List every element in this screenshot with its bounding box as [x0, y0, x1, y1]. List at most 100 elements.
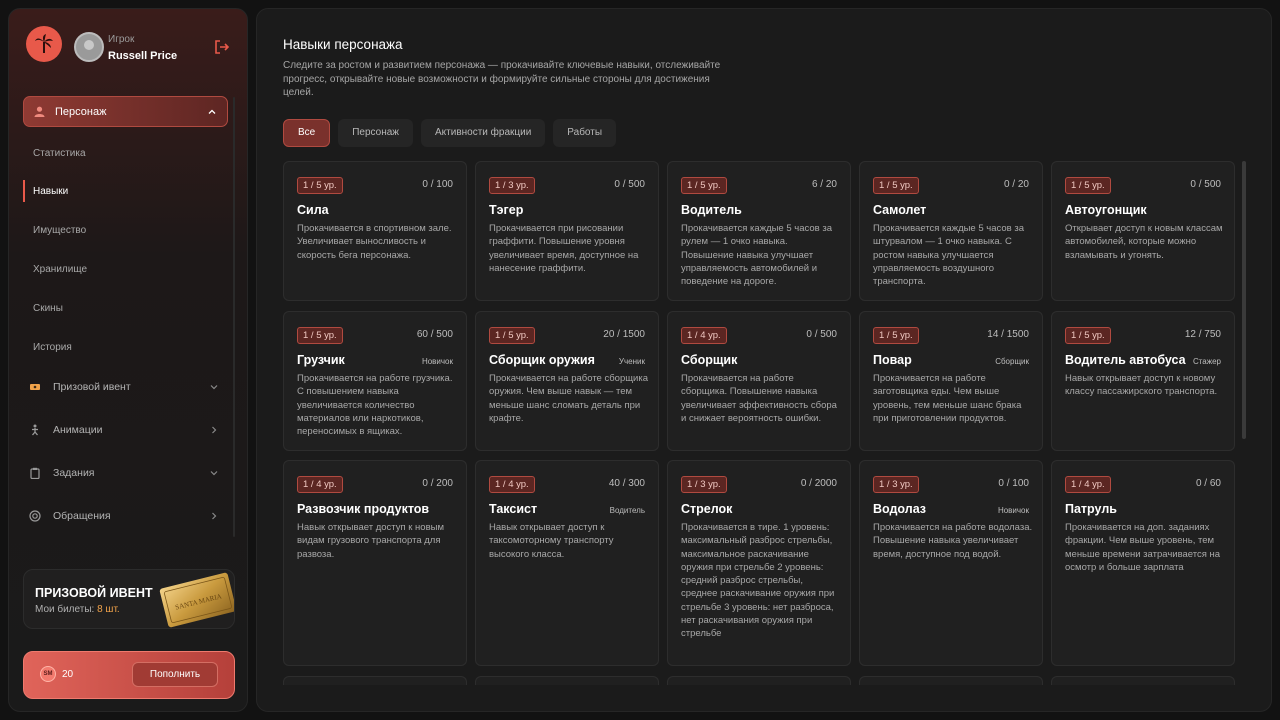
skill-rank: Сборщик [995, 357, 1029, 366]
skill-card[interactable]: 1 / 3 ур. 0 / 100 Водолаз Новичок Прокачивае… [859, 460, 1043, 666]
skill-card[interactable] [475, 676, 659, 685]
skill-level-badge: 1 / 5 ур. [873, 327, 919, 344]
sidebar-group-support[interactable]: Обращения [29, 510, 219, 522]
skill-description: Прокачивается на работе сборщика оружия.… [489, 373, 649, 424]
skill-level-badge: 1 / 3 ур. [681, 476, 727, 493]
skill-name: Развозчик продуктов [297, 502, 430, 516]
skill-card[interactable]: 1 / 4 ур. 0 / 500 Сборщик Прокачивается на … [667, 311, 851, 451]
tab-all[interactable]: Все [283, 119, 331, 147]
skill-name: Сборщик оружия [489, 353, 595, 367]
skill-name: Автоугонщик [1065, 203, 1147, 217]
skill-progress: 0 / 100 [998, 478, 1029, 489]
sidebar-item-stats[interactable]: Статистика [33, 148, 86, 159]
sidebar-scrollbar[interactable] [233, 97, 235, 537]
skill-name: Водитель [681, 203, 742, 217]
animation-icon [32, 424, 38, 436]
skill-description: Навык открывает доступ к новому классу п… [1065, 373, 1218, 398]
skill-description: Прокачивается при рисовании граффити. По… [489, 223, 639, 274]
prize-event-tickets: Мои билеты: 8 шт. [35, 604, 120, 615]
golden-ticket-image: SANTA MARIA [159, 572, 234, 628]
coin-icon: SM [40, 666, 56, 682]
skill-description: Открывает доступ к новым классам автомоб… [1065, 223, 1223, 261]
skill-card[interactable] [1051, 676, 1235, 685]
skill-card[interactable] [859, 676, 1043, 685]
support-icon [29, 510, 41, 522]
sidebar: Игрок Russell Price Персонаж Статистика … [8, 8, 248, 712]
sidebar-item-skills[interactable]: Навыки [33, 186, 68, 197]
selected-indicator [23, 180, 25, 202]
skill-level-badge: 1 / 5 ур. [1065, 177, 1111, 194]
sidebar-item-storage[interactable]: Хранилище [33, 264, 87, 275]
skill-card[interactable]: 1 / 5 ур. 12 / 750 Водитель автобуса Стажер… [1051, 311, 1235, 451]
page-title: Навыки персонажа [283, 37, 403, 52]
user-role: Игрок [108, 34, 135, 45]
skill-level-badge: 1 / 5 ур. [297, 177, 343, 194]
sidebar-group-prize-event[interactable]: Призовой ивент [29, 381, 219, 393]
skill-level-badge: 1 / 4 ур. [1065, 476, 1111, 493]
skill-rank: Новичок [997, 506, 1029, 515]
prize-event-card[interactable]: ПРИЗОВОЙ ИВЕНТ Мои билеты: 8 шт. SANTA M… [23, 569, 235, 629]
logout-icon[interactable] [214, 39, 230, 55]
skill-progress: 0 / 500 [806, 329, 837, 340]
avatar[interactable] [74, 32, 104, 62]
skill-description: Прокачивается каждые 5 часов за рулем — … [681, 223, 832, 288]
tab-jobs[interactable]: Работы [553, 119, 617, 147]
skill-rank: Стажер [1192, 357, 1221, 366]
sidebar-group-label: Призовой ивент [53, 381, 131, 393]
skill-card[interactable]: 1 / 3 ур. 0 / 500 Тэгер Прокачивается при р… [475, 161, 659, 301]
skill-description: Прокачивается на работе заготовщика еды.… [873, 373, 1022, 424]
skill-progress: 60 / 500 [416, 329, 453, 340]
skill-progress: 14 / 1500 [987, 329, 1029, 340]
skills-scrollbar[interactable] [1242, 161, 1246, 439]
chevron-right-icon [212, 426, 217, 434]
logo-palm-icon[interactable] [26, 26, 62, 62]
menu-character[interactable]: Персонаж [23, 96, 228, 127]
skill-card[interactable]: 1 / 5 ур. 14 / 1500 Повар Сборщик Прокачивае… [859, 311, 1043, 451]
chevron-down-icon [210, 385, 218, 390]
skill-level-badge: 1 / 3 ур. [489, 177, 535, 194]
chevron-up-icon [208, 109, 216, 114]
topup-button[interactable]: Пополнить [132, 662, 218, 687]
skill-card[interactable]: 1 / 5 ур. 60 / 500 Грузчик Новичок Прокачива… [283, 311, 467, 451]
skill-card[interactable]: 1 / 3 ур. 0 / 2000 Стрелок Прокачивается в … [667, 460, 851, 666]
tab-character[interactable]: Персонаж [338, 119, 413, 147]
skill-card[interactable]: 1 / 4 ур. 0 / 200 Развозчик продуктов Навык… [283, 460, 467, 666]
skill-description: Навык открывает доступ к таксомоторному … [489, 522, 614, 560]
skill-card[interactable]: 1 / 5 ур. 6 / 20 Водитель Прокачивается каж… [667, 161, 851, 301]
user-name: Russell Price [108, 50, 178, 62]
skill-name: Сила [297, 203, 329, 217]
skill-description: Прокачивается на работе водолаза. Повыше… [873, 522, 1033, 560]
sidebar-group-animations[interactable]: Анимации [29, 424, 219, 436]
sidebar-item-property[interactable]: Имущество [33, 225, 86, 236]
skill-description: Прокачивается в тире. 1 уровень: максима… [681, 522, 835, 640]
skill-description: Прокачивается в спортивном зале. Увеличи… [297, 223, 452, 261]
skill-card[interactable]: 1 / 5 ур. 0 / 100 Сила Прокачивается в спор… [283, 161, 467, 301]
tickets-count: 8 шт. [97, 604, 120, 615]
main-panel: Навыки персонажа Следите за ростом и раз… [256, 8, 1272, 712]
sidebar-item-skins[interactable]: Скины [33, 303, 63, 314]
skill-card[interactable]: 1 / 4 ур. 40 / 300 Таксист Водитель Навык от… [475, 460, 659, 666]
skill-progress: 0 / 2000 [800, 478, 837, 489]
skill-card[interactable] [667, 676, 851, 685]
sidebar-group-label: Задания [53, 467, 95, 479]
skill-name: Патруль [1065, 502, 1117, 516]
skill-progress: 12 / 750 [1184, 329, 1221, 340]
tab-faction-activities[interactable]: Активности фракции [421, 119, 546, 147]
skill-progress: 6 / 20 [811, 179, 837, 190]
skill-card[interactable]: 1 / 5 ур. 20 / 1500 Сборщик оружия Ученик Пр… [475, 311, 659, 451]
skill-card[interactable] [283, 676, 467, 685]
skill-description: Прокачивается на доп. заданиях фракции. … [1065, 522, 1221, 573]
skill-card[interactable]: 1 / 5 ур. 0 / 20 Самолет Прокачивается кажд… [859, 161, 1043, 301]
skill-progress: 0 / 100 [422, 179, 453, 190]
skill-rank: Ученик [618, 357, 645, 366]
sidebar-item-history[interactable]: История [33, 342, 72, 353]
chevron-right-icon [212, 512, 217, 520]
skill-description: Прокачивается на работе грузчика. С повы… [297, 373, 453, 438]
skill-card[interactable]: 1 / 4 ур. 0 / 60 Патруль Прокачивается на д… [1051, 460, 1235, 666]
skill-rank: Новичок [421, 357, 453, 366]
skill-card[interactable]: 1 / 5 ур. 0 / 500 Автоугонщик Открывает дос… [1051, 161, 1235, 301]
sidebar-group-tasks[interactable]: Задания [29, 467, 219, 479]
skill-name: Самолет [873, 203, 927, 217]
skill-level-badge: 1 / 4 ур. [681, 327, 727, 344]
skill-progress: 40 / 300 [608, 478, 645, 489]
